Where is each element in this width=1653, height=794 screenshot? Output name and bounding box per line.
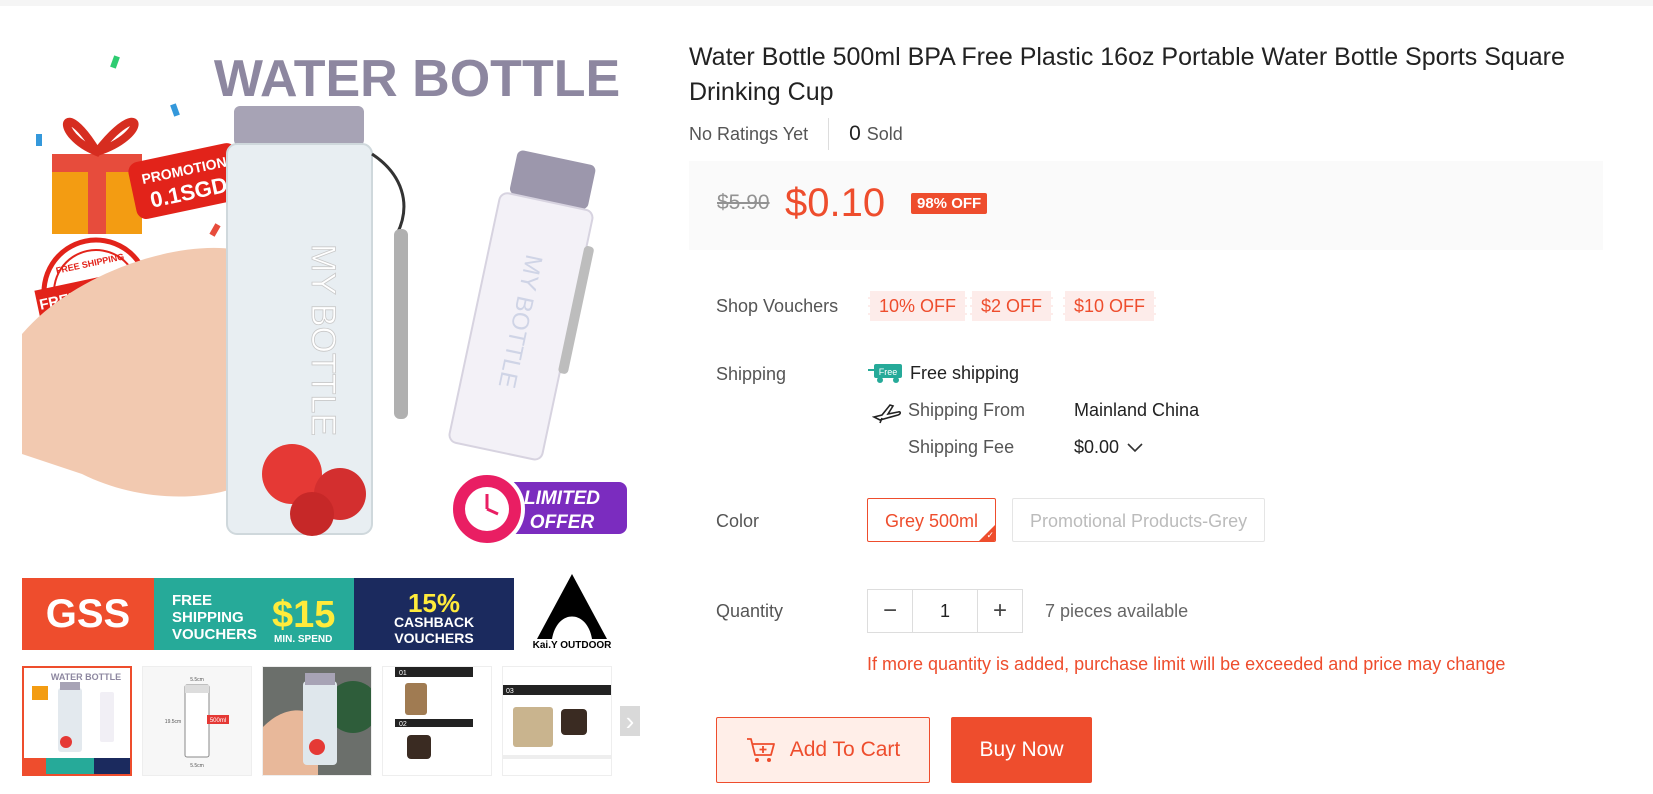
discount-badge: 98% OFF (911, 193, 988, 214)
svg-text:02: 02 (399, 721, 407, 728)
product-card: WATER BOTTLE PROMOTION 0.1SGD FREE SHIPP… (0, 6, 1653, 794)
color-option-label: Promotional Products-Grey (1030, 511, 1248, 531)
buy-now-label: Buy Now (979, 738, 1064, 761)
thumbnail-5[interactable]: 03 (502, 666, 612, 776)
svg-text:FREE: FREE (172, 592, 212, 609)
free-shipping-icon: Free (868, 364, 902, 383)
price-box: $5.90 $0.10 98% OFF (689, 161, 1603, 250)
stock-available: 7 pieces available (1045, 601, 1189, 621)
add-to-cart-label: Add To Cart (789, 738, 901, 761)
sold-label: Sold (866, 123, 903, 144)
thumbnail-1[interactable]: WATER BOTTLE (22, 666, 132, 776)
thumbnail-strip: WATER BOTTLE 5.5cm 19.5cm 5.5cm 500ml 01… (22, 666, 640, 778)
thumbnail-3[interactable] (262, 666, 372, 776)
current-price: $0.10 (785, 181, 886, 225)
shipping-fee-label: Shipping Fee (908, 437, 1015, 457)
voucher-2[interactable]: $2 OFF (970, 291, 1054, 321)
buy-now-button[interactable]: Buy Now (951, 717, 1092, 783)
shipping-from-label: Shipping From (908, 400, 1026, 420)
svg-text:5.5cm: 5.5cm (190, 763, 204, 769)
svg-text:MIN. SPEND: MIN. SPEND (274, 634, 332, 645)
vouchers-label: Shop Vouchers (716, 296, 839, 316)
quantity-stepper: − 1 + (867, 589, 1023, 633)
svg-text:OFFER: OFFER (530, 512, 595, 533)
add-to-cart-button[interactable]: Add To Cart (716, 717, 930, 783)
product-meta: No Ratings Yet 0 Sold (689, 118, 903, 150)
svg-text:VOUCHERS: VOUCHERS (172, 626, 257, 643)
svg-text:CASHBACK: CASHBACK (394, 614, 474, 630)
svg-text:Free: Free (879, 367, 898, 377)
svg-text:MY BOTTLE: MY BOTTLE (304, 244, 342, 436)
airplane-icon (872, 404, 902, 424)
shipping-from-value: Mainland China (1074, 400, 1200, 420)
svg-text:500ml: 500ml (210, 718, 226, 724)
sold-count: 0 (849, 122, 861, 145)
ratings-text: No Ratings Yet (689, 123, 809, 144)
gss-label: GSS (46, 592, 130, 636)
shipping-fee-dropdown[interactable]: $0.00 (1074, 437, 1143, 458)
quantity-input[interactable]: 1 (912, 590, 978, 632)
free-shipping-line: Free Free shipping (868, 362, 1019, 384)
svg-text:SHIPPING: SHIPPING (172, 609, 244, 626)
purchase-limit-warning: If more quantity is added, purchase limi… (867, 654, 1506, 674)
svg-text:LIMITED: LIMITED (524, 488, 600, 509)
shipping-label: Shipping (716, 364, 787, 384)
svg-text:Kai.Y OUTDOOR: Kai.Y OUTDOOR (533, 640, 612, 650)
voucher-1[interactable]: 10% OFF (868, 291, 968, 321)
check-icon: ✓ (986, 530, 995, 540)
svg-text:19.5cm: 19.5cm (165, 719, 181, 725)
increase-quantity-button[interactable]: + (978, 590, 1022, 632)
color-option-label: Grey 500ml (885, 511, 979, 531)
thumbnail-next-icon[interactable]: › (620, 706, 640, 736)
thumbnail-4[interactable]: 01 02 (382, 666, 492, 776)
banner-headline: WATER BOTTLE (214, 50, 620, 108)
color-option-grey-500ml[interactable]: Grey 500ml ✓ (867, 498, 997, 542)
main-product-image[interactable]: WATER BOTTLE PROMOTION 0.1SGD FREE SHIPP… (22, 34, 640, 650)
product-title: Water Bottle 500ml BPA Free Plastic 16oz… (689, 43, 1565, 106)
original-price: $5.90 (717, 191, 770, 214)
svg-text:03: 03 (506, 688, 514, 695)
svg-text:VOUCHERS: VOUCHERS (394, 630, 473, 646)
cart-plus-icon (746, 738, 775, 762)
svg-text:01: 01 (399, 670, 407, 677)
decrease-quantity-button[interactable]: − (868, 590, 912, 632)
svg-text:5.5cm: 5.5cm (190, 677, 204, 683)
shipping-fee-value: $0.00 (1074, 437, 1120, 457)
free-shipping-text: Free shipping (910, 362, 1020, 383)
color-label: Color (716, 511, 760, 531)
svg-text:$15: $15 (272, 594, 335, 636)
voucher-3[interactable]: $10 OFF (1063, 291, 1157, 321)
meta-divider (828, 118, 830, 150)
color-option-promotional-grey[interactable]: Promotional Products-Grey (1012, 498, 1266, 542)
quantity-label: Quantity (716, 601, 784, 621)
svg-text:WATER BOTTLE: WATER BOTTLE (51, 672, 121, 682)
thumbnail-2[interactable]: 5.5cm 19.5cm 5.5cm 500ml (142, 666, 252, 776)
chevron-down-icon (1127, 443, 1143, 453)
